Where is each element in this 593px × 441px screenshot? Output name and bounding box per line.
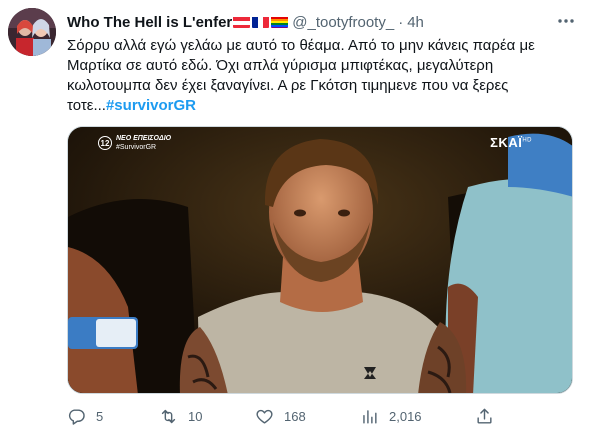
- timestamp[interactable]: 4h: [407, 14, 424, 31]
- episode-text: ΝΕΟ ΕΠΕΙΣΟΔΙΟ #SurvivorGR: [116, 134, 171, 152]
- retweet-icon: [161, 409, 176, 423]
- like-button[interactable]: 168: [255, 404, 306, 428]
- tweet-actions: 5 10 168 2,016: [67, 404, 497, 428]
- like-count: 168: [284, 408, 306, 424]
- tweet-text-line: Μαρτίκα σε αυτό εδώ. Όχι απλά γύρισμα μπ…: [67, 57, 494, 74]
- episode-title: ΝΕΟ ΕΠΕΙΣΟΔΙΟ: [116, 135, 172, 142]
- episode-hashtag: #SurvivorGR: [116, 144, 157, 151]
- tweet-text-tail: τοτε...: [67, 97, 106, 114]
- separator-dot: ·: [398, 13, 404, 31]
- retweet-count: 10: [188, 408, 203, 424]
- austria-flag-icon: [233, 16, 251, 28]
- rainbow-flag-icon: [271, 16, 289, 28]
- views-count: 2,016: [389, 408, 422, 424]
- reply-button[interactable]: 5: [67, 404, 103, 428]
- reply-count: 5: [96, 408, 104, 424]
- views-button[interactable]: 2,016: [360, 404, 422, 428]
- tweet-header: Who The Hell is L'enfer @_tootyfrooty_ ·…: [67, 12, 577, 32]
- tweet-text: Σόρρυ αλλά εγώ γελάω με αυτό το θέαμα. Α…: [67, 36, 567, 116]
- channel-number-badge: 12: [98, 136, 112, 150]
- tweet-text-line: Σόρρυ αλλά εγώ γελάω με αυτό το θέαμα. Α…: [67, 37, 535, 54]
- views-chart-icon: [363, 409, 377, 424]
- france-flag-icon: [252, 16, 270, 28]
- tweet-text-line: τοτε...#survivorGR: [67, 96, 567, 116]
- more-horizontal-icon[interactable]: [555, 10, 577, 32]
- reply-icon: [68, 408, 85, 425]
- hashtag-link[interactable]: #survivorGR: [106, 97, 196, 114]
- channel-logo: ΣΚΑΪHD: [490, 135, 532, 150]
- display-name[interactable]: Who The Hell is L'enfer: [67, 14, 232, 31]
- episode-badge: 12 ΝΕΟ ΕΠΕΙΣΟΔΙΟ #SurvivorGR: [98, 134, 171, 152]
- avatar[interactable]: [8, 8, 56, 56]
- channel-logo-text: ΣΚΑΪ: [490, 135, 523, 150]
- share-icon: [477, 408, 492, 424]
- share-button[interactable]: [475, 404, 494, 428]
- heart-icon: [256, 409, 273, 424]
- channel-logo-suffix: HD: [522, 137, 532, 144]
- tweet-text-line: κωλοτουμπα δεν έχει ξαναγίνει. Α ρε Γκότ…: [67, 77, 509, 94]
- tweet-media[interactable]: 12 ΝΕΟ ΕΠΕΙΣΟΔΙΟ #SurvivorGR ΣΚΑΪHD: [67, 126, 573, 394]
- user-handle[interactable]: @_tootyfrooty_: [292, 14, 394, 31]
- flag-emojis: [233, 16, 290, 28]
- retweet-button[interactable]: 10: [159, 404, 202, 428]
